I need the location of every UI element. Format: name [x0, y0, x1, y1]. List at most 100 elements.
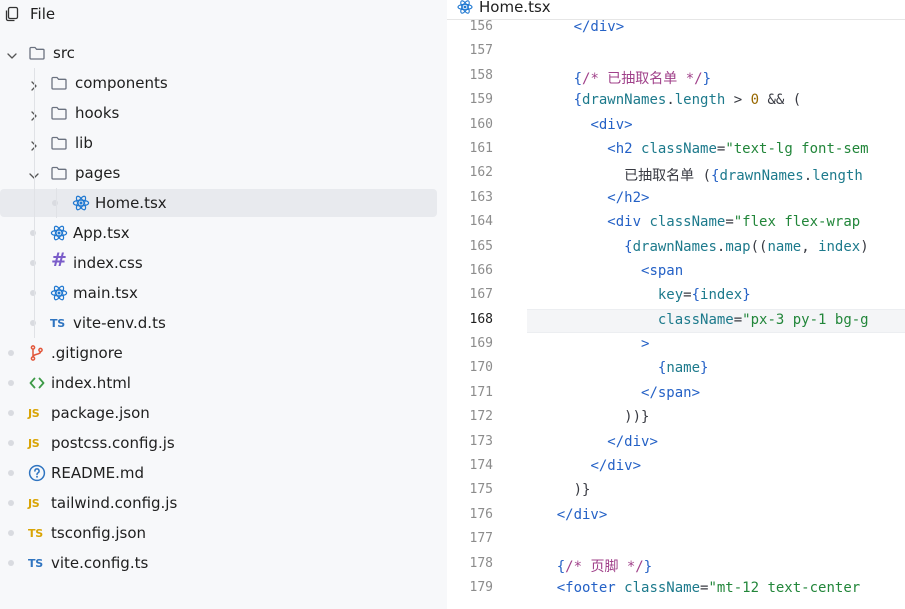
tree-item-tailwind-config-js[interactable]: JS tailwind.config.js — [0, 488, 447, 518]
file-type-badge: JS — [28, 436, 40, 450]
code-token: drawnNames — [632, 238, 717, 255]
tree-item-vite-env-d-ts[interactable]: TS vite-env.d.ts — [0, 308, 447, 338]
tree-item-pages[interactable]: pages — [0, 158, 447, 188]
code-line[interactable]: 166 <span — [447, 260, 905, 284]
status-dot — [8, 500, 14, 506]
code-line[interactable]: 173 </div> — [447, 431, 905, 455]
line-number: 166 — [469, 262, 493, 278]
tree-item-src[interactable]: src — [0, 38, 447, 68]
line-number: 174 — [469, 458, 493, 474]
tree-item-main-tsx[interactable]: main.tsx — [0, 278, 447, 308]
code-line[interactable]: 168 className="px-3 py-1 bg-g — [447, 308, 905, 333]
tree-item-label: index.css — [73, 254, 143, 272]
code-token: drawnNames — [582, 92, 667, 109]
react-file-icon — [50, 284, 68, 302]
tree-item-index-css[interactable]: # index.css — [0, 248, 447, 278]
tree-item-tsconfig-json[interactable]: TS tsconfig.json — [0, 518, 447, 548]
line-code: <div> — [590, 117, 632, 133]
html-code-icon — [28, 374, 46, 392]
code-token: } — [702, 70, 712, 87]
code-line[interactable]: 164 <div className="flex flex-wrap — [447, 211, 905, 235]
code-token: "px-3 py-1 bg-g — [742, 311, 869, 328]
code-line[interactable]: 172))} — [447, 406, 905, 430]
code-token: <h2 — [607, 140, 642, 157]
code-token: index — [700, 287, 743, 304]
code-token: </h2> — [607, 189, 650, 206]
code-line[interactable]: 156 </div> — [447, 16, 905, 40]
tree-item-label: tsconfig.json — [51, 524, 147, 542]
tree-item-readme-md[interactable]: README.md — [0, 458, 447, 488]
code-line[interactable]: 177 — [447, 528, 905, 552]
tree-item-lib[interactable]: lib — [0, 128, 447, 158]
code-line[interactable]: 158 {/* 已抽取名单 */} — [447, 65, 905, 89]
status-dot — [52, 200, 58, 206]
line-code: 已抽取名单 ({drawnNames.length — [624, 165, 863, 185]
line-number: 167 — [469, 287, 493, 303]
react-file-icon — [50, 224, 68, 242]
line-code: </div> — [574, 19, 625, 35]
code-token: </span> — [641, 384, 701, 401]
code-token: } — [643, 558, 653, 575]
code-token: map — [725, 238, 751, 255]
line-code: )} — [574, 482, 591, 498]
code-editor[interactable]: Home.tsx 156 </div> 157 158 {/* 已抽取名单 */} 159… — [447, 0, 905, 609]
tree-item-components[interactable]: components — [0, 68, 447, 98]
line-number: 178 — [469, 555, 493, 571]
code-line[interactable]: 167 key={index} — [447, 284, 905, 308]
indent-guide — [34, 68, 35, 338]
chevron-down-icon[interactable] — [6, 47, 18, 59]
tree-item-app-tsx[interactable]: App.tsx — [0, 218, 447, 248]
line-code: key={index} — [658, 287, 751, 303]
code-area[interactable]: 156 </div> 157 158 {/* 已抽取名单 */} 159 {drawnNam… — [447, 16, 905, 601]
code-token: </div> — [607, 433, 658, 450]
tree-item-package-json[interactable]: JS package.json — [0, 398, 447, 428]
code-token: className — [657, 311, 734, 328]
code-token: className — [624, 579, 701, 596]
line-number: 162 — [469, 165, 493, 181]
code-line[interactable]: 157 — [447, 40, 905, 64]
code-line[interactable]: 170 {name} — [447, 357, 905, 381]
tree-item-index-html[interactable]: index.html — [0, 368, 447, 398]
code-line[interactable]: 169 > — [447, 333, 905, 357]
line-code: {/* 页脚 */} — [557, 556, 652, 576]
code-token: name — [767, 238, 802, 255]
file-type-badge: JS — [28, 496, 40, 510]
code-line[interactable]: 163 </h2> — [447, 187, 905, 211]
file-type-badge: JS — [28, 406, 40, 420]
code-line[interactable]: 162 已抽取名单 ({drawnNames.length — [447, 162, 905, 186]
code-token: 已抽取名单 ( — [624, 168, 712, 185]
code-line[interactable]: 159 {drawnNames.length > 0 && ( — [447, 89, 905, 113]
code-token: )} — [573, 482, 591, 499]
tree-item-hooks[interactable]: hooks — [0, 98, 447, 128]
typescript-config-icon: TS — [28, 524, 46, 542]
code-token: <div — [607, 214, 650, 231]
code-line[interactable]: 161 <h2 className="text-lg font-sem — [447, 138, 905, 162]
code-token: /* 页脚 */ — [565, 558, 644, 575]
tree-item-gitignore[interactable]: .gitignore — [0, 338, 447, 368]
code-token: && ( — [759, 92, 802, 109]
code-line[interactable]: 175)} — [447, 479, 905, 503]
javascript-file-icon: JS — [28, 404, 46, 422]
status-dot — [8, 560, 14, 566]
line-code: <footer className="mt-12 text-center — [557, 580, 869, 596]
status-dot — [30, 230, 36, 236]
line-number: 161 — [469, 140, 493, 156]
tree-item-vite-config-ts[interactable]: TS vite.config.ts — [0, 548, 447, 578]
code-line[interactable]: 171 </span> — [447, 382, 905, 406]
code-token: "mt-12 text-center — [708, 579, 869, 596]
tree-item-home-tsx[interactable]: Home.tsx — [0, 188, 447, 218]
line-code: {name} — [658, 360, 709, 376]
code-line[interactable]: 178 {/* 页脚 */} — [447, 553, 905, 577]
code-line[interactable]: 174 </div> — [447, 455, 905, 479]
code-line[interactable]: 179 <footer className="mt-12 text-center — [447, 577, 905, 601]
code-line[interactable]: 165 {drawnNames.map((name, index) — [447, 236, 905, 260]
code-line[interactable]: 160 <div> — [447, 114, 905, 138]
code-line[interactable]: 176 </div> — [447, 504, 905, 528]
react-icon — [457, 0, 473, 15]
files-icon[interactable] — [4, 6, 20, 22]
tree-item-postcss-config-js[interactable]: JS postcss.config.js — [0, 428, 447, 458]
code-token: { — [691, 287, 701, 304]
line-code: </div> — [607, 434, 658, 450]
code-token: length — [674, 92, 726, 109]
line-code: </span> — [641, 385, 700, 401]
